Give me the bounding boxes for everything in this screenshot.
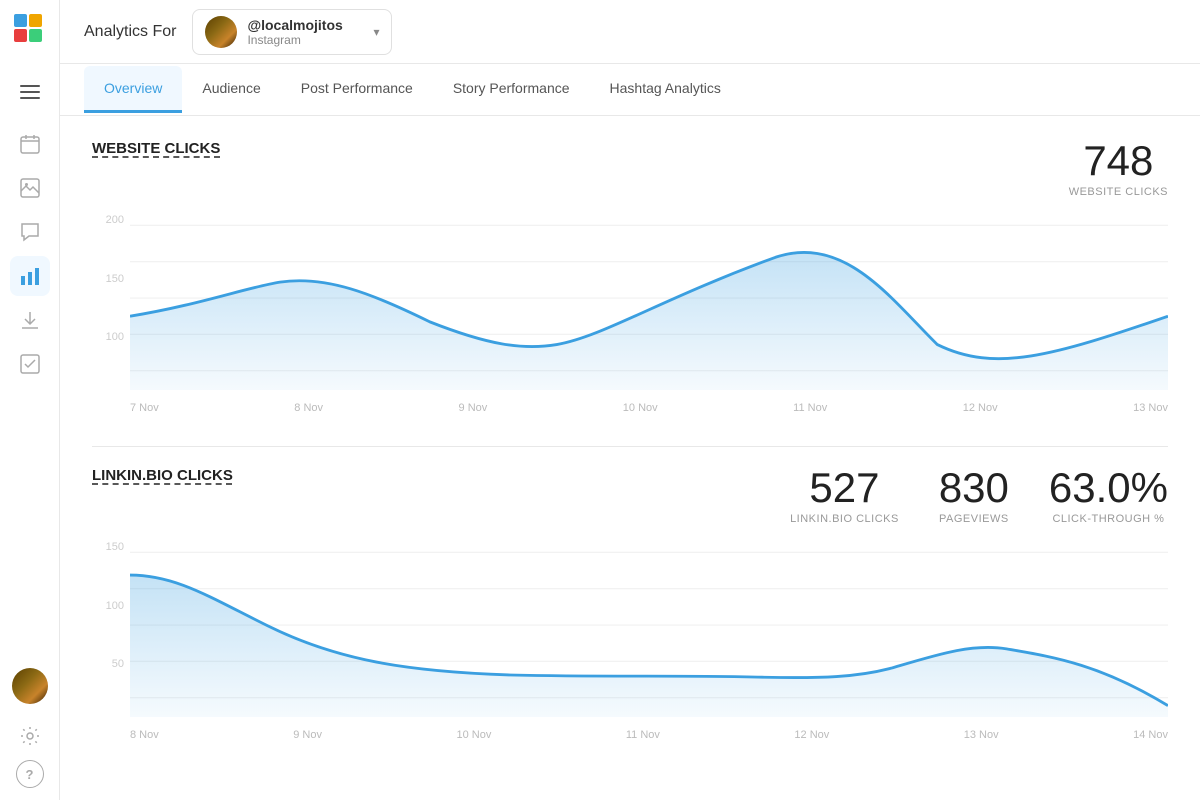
x-label-12nov: 12 Nov xyxy=(963,402,998,414)
menu-button[interactable] xyxy=(10,72,50,112)
linkinbio-chart: 150 100 50 xyxy=(92,541,1168,741)
tab-overview[interactable]: Overview xyxy=(84,66,182,113)
y-label-150: 150 xyxy=(106,273,124,285)
header-title: Analytics For xyxy=(84,23,176,41)
sidebar: ? xyxy=(0,0,60,800)
linkinbio-title: LINKIN.BIO CLICKS xyxy=(92,467,233,484)
x-label-13nov: 13 Nov xyxy=(1133,402,1168,414)
app-logo[interactable] xyxy=(12,12,48,48)
website-clicks-label: WEBSITE CLICKS xyxy=(1069,186,1168,198)
tab-story-performance[interactable]: Story Performance xyxy=(433,66,590,113)
account-name: @localmojitos xyxy=(247,17,363,33)
sidebar-item-calendar[interactable] xyxy=(10,124,50,164)
sidebar-item-chat[interactable] xyxy=(10,212,50,252)
sidebar-item-analytics[interactable] xyxy=(10,256,50,296)
website-clicks-value: 748 xyxy=(1069,140,1168,182)
linkinbio-x-labels: 8 Nov 9 Nov 10 Nov 11 Nov 12 Nov 13 Nov … xyxy=(130,729,1168,741)
x2-label-13nov: 13 Nov xyxy=(964,729,999,741)
chevron-down-icon: ▾ xyxy=(373,25,379,39)
content-area: WEBSITE CLICKS 748 WEBSITE CLICKS 200 15… xyxy=(60,116,1200,800)
website-clicks-chart: 200 150 100 xyxy=(92,214,1168,414)
website-clicks-header: WEBSITE CLICKS 748 WEBSITE CLICKS xyxy=(92,140,1168,198)
pageviews-stat: 830 PAGEVIEWS xyxy=(939,467,1009,525)
x2-label-10nov: 10 Nov xyxy=(457,729,492,741)
chart-svg-container xyxy=(130,214,1168,390)
ctr-label: CLICK-THROUGH % xyxy=(1049,513,1168,525)
chart-area-fill xyxy=(130,252,1168,390)
linkinbio-clicks-label: LINKIN.BIO CLICKS xyxy=(790,513,899,525)
linkinbio-clicks-stat: 527 LINKIN.BIO CLICKS xyxy=(790,467,899,525)
linkinbio-header: LINKIN.BIO CLICKS 527 LINKIN.BIO CLICKS … xyxy=(92,467,1168,525)
main-content: Analytics For @localmojitos Instagram ▾ … xyxy=(60,0,1200,800)
nav-tabs: Overview Audience Post Performance Story… xyxy=(60,64,1200,116)
sidebar-item-gallery[interactable] xyxy=(10,168,50,208)
x-label-11nov: 11 Nov xyxy=(793,402,827,414)
linkinbio-svg-container xyxy=(130,541,1168,717)
pageviews-label: PAGEVIEWS xyxy=(939,513,1009,525)
linkinbio-clicks-value: 527 xyxy=(790,467,899,509)
y2-label-150: 150 xyxy=(106,541,124,553)
ctr-stat: 63.0% CLICK-THROUGH % xyxy=(1049,467,1168,525)
website-clicks-x-labels: 7 Nov 8 Nov 9 Nov 10 Nov 11 Nov 12 Nov 1… xyxy=(130,402,1168,414)
website-clicks-stats: 748 WEBSITE CLICKS xyxy=(1069,140,1168,198)
x-label-9nov: 9 Nov xyxy=(459,402,488,414)
x-label-8nov: 8 Nov xyxy=(294,402,323,414)
account-selector[interactable]: @localmojitos Instagram ▾ xyxy=(192,9,392,55)
website-clicks-title: WEBSITE CLICKS xyxy=(92,140,220,157)
linkinbio-area-fill xyxy=(130,575,1168,717)
tab-audience[interactable]: Audience xyxy=(182,66,280,113)
linkinbio-section: LINKIN.BIO CLICKS 527 LINKIN.BIO CLICKS … xyxy=(92,467,1168,741)
x-label-10nov: 10 Nov xyxy=(623,402,658,414)
avatar[interactable] xyxy=(12,668,48,704)
y2-label-100: 100 xyxy=(106,600,124,612)
linkinbio-stats: 527 LINKIN.BIO CLICKS 830 PAGEVIEWS 63.0… xyxy=(790,467,1168,525)
x2-label-8nov: 8 Nov xyxy=(130,729,159,741)
x2-label-9nov: 9 Nov xyxy=(293,729,322,741)
y2-label-50: 50 xyxy=(112,658,124,670)
x-label-7nov: 7 Nov xyxy=(130,402,159,414)
x2-label-14nov: 14 Nov xyxy=(1133,729,1168,741)
header: Analytics For @localmojitos Instagram ▾ xyxy=(60,0,1200,64)
linkinbio-svg xyxy=(130,541,1168,717)
ctr-value: 63.0% xyxy=(1049,467,1168,509)
account-platform: Instagram xyxy=(247,33,363,47)
tab-hashtag-analytics[interactable]: Hashtag Analytics xyxy=(590,66,741,113)
sidebar-item-checklist[interactable] xyxy=(10,344,50,384)
avatar-image xyxy=(12,668,48,704)
website-clicks-stat: 748 WEBSITE CLICKS xyxy=(1069,140,1168,198)
help-icon[interactable]: ? xyxy=(16,760,44,788)
website-clicks-svg xyxy=(130,214,1168,390)
section-divider xyxy=(92,446,1168,447)
account-avatar xyxy=(205,16,237,48)
account-info: @localmojitos Instagram xyxy=(247,17,363,47)
y-label-200: 200 xyxy=(106,214,124,226)
website-clicks-section: WEBSITE CLICKS 748 WEBSITE CLICKS 200 15… xyxy=(92,140,1168,414)
pageviews-value: 830 xyxy=(939,467,1009,509)
x2-label-11nov: 11 Nov xyxy=(626,729,660,741)
sidebar-item-download[interactable] xyxy=(10,300,50,340)
x2-label-12nov: 12 Nov xyxy=(794,729,829,741)
tab-post-performance[interactable]: Post Performance xyxy=(281,66,433,113)
settings-icon[interactable] xyxy=(10,716,50,756)
y-label-100: 100 xyxy=(106,331,124,343)
